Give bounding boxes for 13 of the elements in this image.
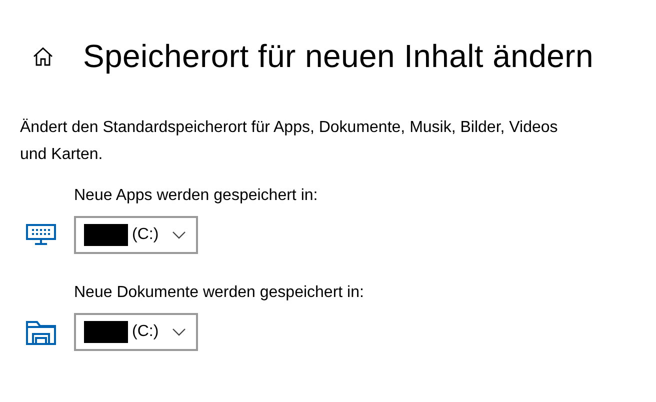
redaction-bar (84, 224, 128, 246)
drive-dropdown[interactable]: (C:) (74, 313, 198, 351)
setting-label: Neue Dokumente werden gespeichert in: (74, 283, 365, 303)
monitor-keyboard-icon (26, 224, 56, 246)
chevron-down-icon (172, 231, 186, 239)
setting-label: Neue Apps werden gespeichert in: (74, 186, 319, 206)
folder-icon (26, 319, 56, 345)
drive-dropdown[interactable]: (C:) (74, 216, 198, 254)
redaction-bar (84, 321, 128, 343)
home-icon[interactable] (33, 47, 53, 66)
description-text: Ändert den Standardspeicherort für Apps, Dokumente, Musik, Bilder, Videos und Karten. (20, 118, 559, 165)
chevron-down-icon (172, 328, 186, 336)
page-title: Speicherort für neuen Inhalt ändern (83, 38, 594, 75)
